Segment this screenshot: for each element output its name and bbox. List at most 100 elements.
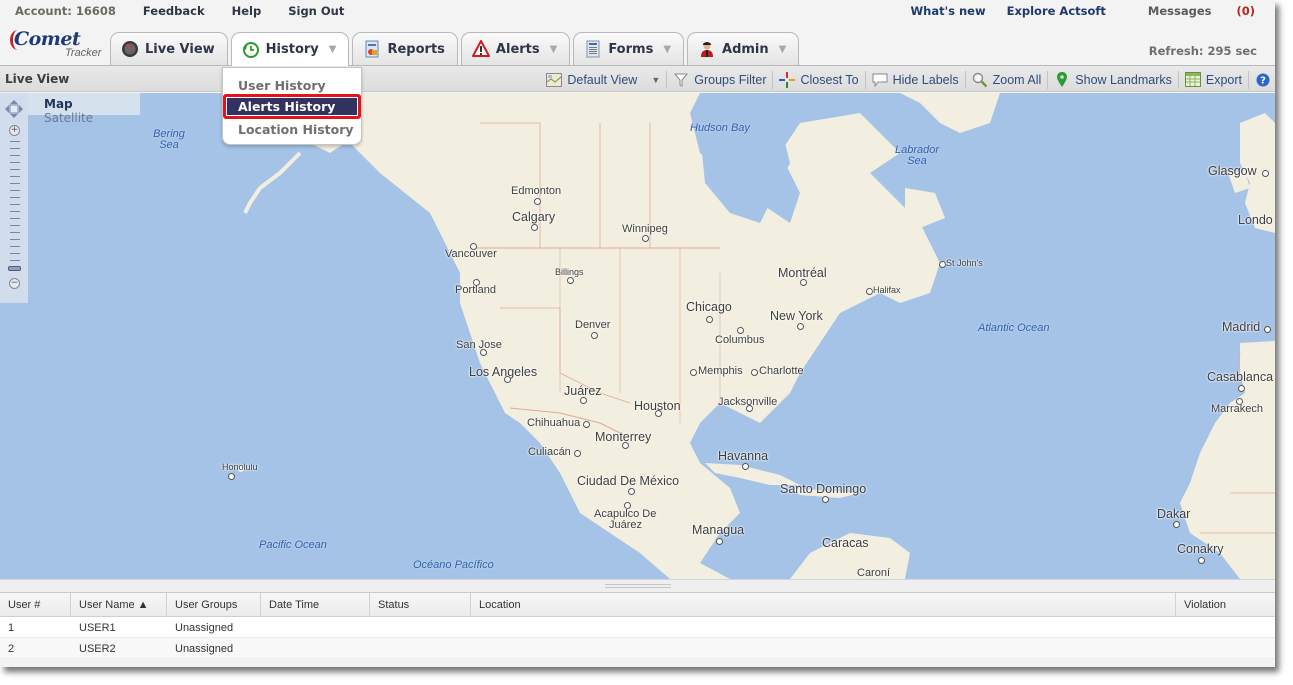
map-canvas[interactable]: Map Satellite + − Bering Sea Hudson Bay … [0, 93, 1275, 579]
city-marker [642, 235, 649, 242]
city-label-marrakech: Marrakech [1211, 403, 1263, 415]
tab-admin[interactable]: Admin ▼ [687, 32, 800, 65]
city-label-denver: Denver [575, 319, 611, 331]
help-link[interactable]: Help [232, 4, 262, 18]
water-label-oceano-pacifico: Océano Pacífico [413, 559, 494, 571]
help-button[interactable]: ? [1249, 70, 1275, 90]
column-header-user-number[interactable]: User # [0, 593, 71, 616]
zoom-in-icon[interactable]: + [9, 125, 20, 136]
closest-to-button[interactable]: Closest To [773, 70, 864, 90]
city-marker [574, 450, 581, 457]
main-tabs: Live View History ▼ Reports Alerts ▼ For… [110, 32, 802, 66]
cell-user-name: USER1 [79, 622, 116, 634]
column-header-date-time[interactable]: Date Time [261, 593, 370, 616]
city-marker [742, 463, 749, 470]
zoom-slider-handle[interactable] [8, 266, 21, 271]
menu-item-alerts-history-highlight[interactable]: Alerts History [223, 94, 361, 119]
tab-live-view[interactable]: Live View [110, 32, 228, 65]
map-type-switcher: Map Satellite [28, 93, 140, 125]
splitter-grip-icon[interactable] [605, 584, 671, 588]
show-landmarks-button[interactable]: Show Landmarks [1048, 70, 1178, 90]
show-landmarks-label: Show Landmarks [1075, 72, 1172, 87]
cell-date-time [261, 638, 370, 658]
column-header-location[interactable]: Location [471, 593, 1176, 616]
tab-history[interactable]: History ▼ [230, 32, 350, 66]
column-header-user-groups[interactable]: User Groups [167, 593, 261, 616]
tab-label: Admin [722, 41, 769, 57]
map-type-satellite[interactable]: Satellite [44, 111, 93, 125]
grid-header-row: User # User Name ▲ User Groups Date Time… [0, 593, 1275, 617]
city-label-juarez: Juárez [564, 384, 602, 398]
panel-splitter[interactable] [0, 579, 1275, 593]
tab-label: Reports [387, 41, 445, 57]
city-marker [800, 279, 807, 286]
column-header-violation[interactable]: Violation [1176, 593, 1275, 616]
city-label-new-york: New York [770, 309, 823, 323]
tab-label: Live View [145, 41, 215, 57]
tab-alerts[interactable]: Alerts ▼ [460, 32, 571, 65]
column-header-status[interactable]: Status [370, 593, 471, 616]
users-grid: User # User Name ▲ User Groups Date Time… [0, 593, 1275, 659]
city-marker [737, 327, 744, 334]
cell-user-number: 1 [8, 622, 15, 634]
feedback-link[interactable]: Feedback [143, 4, 205, 18]
city-label-madrid: Madrid [1222, 320, 1261, 334]
table-row[interactable]: 1 USER1 Unassigned [0, 617, 1275, 638]
city-marker [1198, 557, 1205, 564]
column-header-user-name[interactable]: User Name ▲ [71, 593, 167, 616]
tab-reports[interactable]: Reports [352, 32, 458, 65]
chevron-down-icon[interactable]: ▼ [651, 75, 660, 85]
cell-location [471, 638, 1176, 658]
city-marker [480, 349, 487, 356]
zoom-scale-ticks[interactable] [10, 141, 20, 267]
city-marker [939, 261, 946, 268]
cell-user-groups: Unassigned [175, 643, 234, 655]
groups-filter-button[interactable]: Groups Filter [667, 70, 772, 90]
sign-out-link[interactable]: Sign Out [288, 4, 344, 18]
zoom-out-icon[interactable]: − [9, 278, 20, 289]
city-marker [746, 405, 753, 412]
messages-label: Messages [1147, 4, 1212, 18]
menu-item-user-history[interactable]: User History [238, 78, 326, 93]
history-dropdown-menu: User History Alerts History Location His… [222, 67, 362, 145]
crosshair-icon [779, 71, 796, 88]
tab-forms[interactable]: Forms ▼ [573, 32, 685, 65]
water-label-hudson-bay: Hudson Bay [690, 122, 750, 134]
export-label: Export [1205, 72, 1242, 87]
city-label-los-angeles: Los Angeles [469, 365, 538, 379]
city-marker [580, 397, 587, 404]
city-label-halifax: Halifax [873, 285, 901, 295]
comet-tracker-logo[interactable]: Comet Tracker [10, 28, 110, 62]
app-window: Account: 16608 Feedback Help Sign Out Wh… [0, 0, 1275, 667]
city-label-honolulu: Honolulu [222, 462, 258, 472]
city-label-portland: Portland [455, 284, 496, 296]
city-label-caracas: Caracas [822, 536, 869, 550]
export-button[interactable]: Export [1179, 70, 1248, 90]
hide-labels-button[interactable]: Hide Labels [866, 70, 965, 90]
messages-link[interactable]: Messages (0) [1127, 4, 1255, 18]
city-label-montreal: Montréal [778, 266, 827, 280]
city-marker [1173, 521, 1180, 528]
city-label-vancouver: Vancouver [445, 248, 497, 260]
menu-item-alerts-history[interactable]: Alerts History [227, 98, 357, 115]
city-label-conakry: Conakry [1177, 542, 1224, 556]
speedometer-icon [121, 40, 139, 58]
city-label-charlotte: Charlotte [759, 365, 804, 377]
city-marker [797, 323, 804, 330]
city-label-san-jose: San Jose [456, 339, 502, 351]
menu-item-location-history[interactable]: Location History [238, 122, 354, 137]
zoom-all-button[interactable]: Zoom All [966, 70, 1048, 90]
default-view-label: Default View [567, 72, 638, 87]
map-type-map[interactable]: Map [44, 97, 73, 111]
map-view-icon [546, 72, 563, 88]
table-row[interactable]: 2 USER2 Unassigned [0, 638, 1275, 659]
city-label-caroni: Caroní [857, 567, 891, 579]
city-label-dakar: Dakar [1157, 507, 1191, 521]
explore-actsoft-link[interactable]: Explore Actsoft [1007, 4, 1106, 18]
pan-arrows-icon[interactable] [4, 99, 24, 122]
whats-new-link[interactable]: What's new [910, 4, 985, 18]
chevron-down-icon: ▼ [663, 43, 672, 55]
default-view-button[interactable]: Default View ▼ [540, 70, 666, 90]
city-label-santo-domingo: Santo Domingo [780, 482, 867, 496]
city-label-billings: Billings [555, 267, 584, 277]
